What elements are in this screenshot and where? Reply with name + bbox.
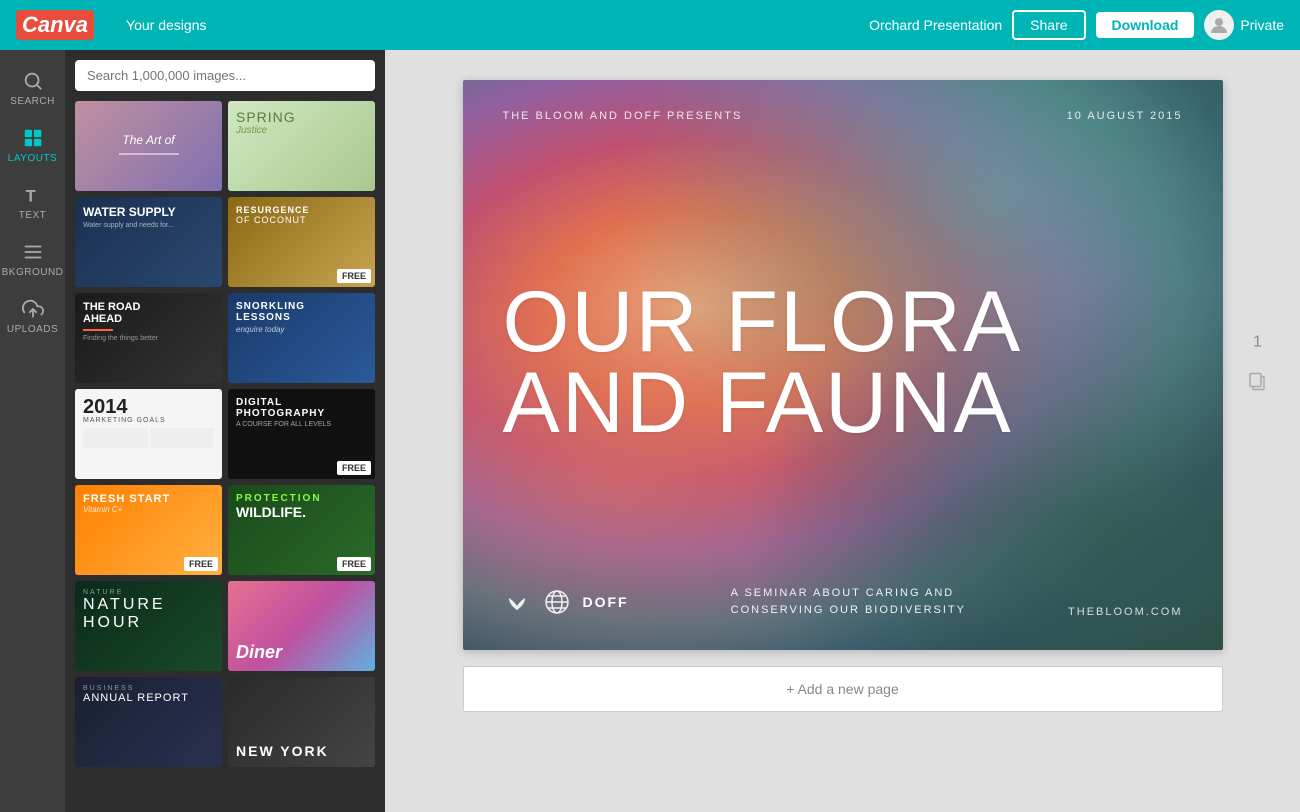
lotus-icon	[503, 588, 531, 616]
slide-bottom: DOFF A SEMINAR ABOUT CARING ANDCONSERVIN…	[503, 585, 1183, 620]
globe-icon	[543, 588, 571, 616]
slide-top-row: THE BLOOM AND DOFF PRESENTS 10 AUGUST 20…	[503, 110, 1183, 122]
slide-footer-icons: DOFF	[503, 588, 629, 616]
slide-footer-url: THEBLOOM.COM	[1068, 602, 1182, 620]
download-button[interactable]: Download	[1096, 12, 1195, 38]
list-item[interactable]: 2014 MARKETING GOALS	[75, 389, 222, 479]
private-label: Private	[1240, 17, 1284, 33]
slide-content: THE BLOOM AND DOFF PRESENTS 10 AUGUST 20…	[463, 80, 1223, 650]
slide-date: 10 AUGUST 2015	[1067, 110, 1183, 122]
list-item[interactable]: The Art of	[75, 101, 222, 191]
sidebar-background-label: BKGROUND	[2, 267, 64, 278]
list-item[interactable]: NEW YORK	[228, 677, 375, 767]
list-item[interactable]: THE ROADAHEAD Finding the things better	[75, 293, 222, 383]
free-badge: FREE	[337, 269, 371, 283]
slide-presenter: THE BLOOM AND DOFF PRESENTS	[503, 110, 743, 122]
list-item[interactable]: WATER SUPPLY Water supply and needs for.…	[75, 197, 222, 287]
sidebar-search-label: SEARCH	[10, 96, 55, 107]
free-badge: FREE	[337, 557, 371, 571]
templates-panel: The Art of SPRING Justice WATER SUP	[65, 50, 385, 812]
slide-title-line2: AND FAUNA	[503, 363, 1023, 445]
slide-bottom-left: DOFF	[503, 588, 629, 620]
sidebar-layouts-label: LAYOUTS	[8, 153, 57, 164]
slide-subtitle: A SEMINAR ABOUT CARING ANDCONSERVING OUR…	[731, 585, 966, 620]
private-button[interactable]: Private	[1204, 10, 1284, 40]
sidebar-item-search[interactable]: SEARCH	[0, 60, 65, 117]
list-item[interactable]: SNORKLING LESSONS enquire today	[228, 293, 375, 383]
slide-bottom-right: A SEMINAR ABOUT CARING ANDCONSERVING OUR…	[731, 585, 966, 620]
slide-url: THEBLOOM.COM	[1068, 606, 1182, 618]
logo-text: Canva	[16, 10, 94, 40]
nav-designs[interactable]: Your designs	[126, 17, 206, 33]
sidebar-text-label: TEXT	[19, 210, 47, 221]
sidebar-item-text[interactable]: T TEXT	[0, 174, 65, 231]
templates-grid: The Art of SPRING Justice WATER SUP	[75, 101, 375, 767]
list-item[interactable]: PROTECTION wildlife. FREE	[228, 485, 375, 575]
svg-text:T: T	[25, 187, 35, 205]
slide-title-line1: OUR FLORA	[503, 282, 1023, 364]
slide[interactable]: THE BLOOM AND DOFF PRESENTS 10 AUGUST 20…	[463, 80, 1223, 650]
sidebar-uploads-label: UPLOADS	[7, 324, 58, 335]
search-input[interactable]	[75, 60, 375, 91]
free-badge: FREE	[337, 461, 371, 475]
sidebar: SEARCH LAYOUTS T TEXT BKGROUND UPLOADS	[0, 50, 65, 812]
avatar	[1204, 10, 1234, 40]
sidebar-item-uploads[interactable]: UPLOADS	[0, 288, 65, 345]
share-button[interactable]: Share	[1012, 10, 1085, 40]
canvas-area: THE BLOOM AND DOFF PRESENTS 10 AUGUST 20…	[385, 50, 1300, 812]
list-item[interactable]: NATURE NATUREHOUR	[75, 581, 222, 671]
list-item[interactable]: Diner	[228, 581, 375, 671]
list-item[interactable]: SPRING Justice	[228, 101, 375, 191]
sidebar-item-background[interactable]: BKGROUND	[0, 231, 65, 288]
sidebar-item-layouts[interactable]: LAYOUTS	[0, 117, 65, 174]
main-container: SEARCH LAYOUTS T TEXT BKGROUND UPLOADS	[0, 50, 1300, 812]
list-item[interactable]: RESURGENCE OF COCONUT FREE	[228, 197, 375, 287]
project-name: Orchard Presentation	[869, 17, 1002, 33]
footer-brand: DOFF	[583, 594, 629, 610]
list-item[interactable]: DIGITAL PHOTOGRAPHY A COURSE FOR ALL LEV…	[228, 389, 375, 479]
slide-main-title: OUR FLORA AND FAUNA	[503, 282, 1023, 445]
page-number-area: 1	[1248, 334, 1268, 397]
header-right: Orchard Presentation Share Download Priv…	[869, 10, 1284, 40]
slide-title-area: OUR FLORA AND FAUNA	[503, 142, 1183, 585]
page-number: 1	[1253, 334, 1262, 352]
logo[interactable]: Canva	[16, 10, 94, 40]
list-item[interactable]: FRESH START Vitamin C+ FREE	[75, 485, 222, 575]
list-item[interactable]: BUSINESS Annual Report	[75, 677, 222, 767]
add-page-button[interactable]: + Add a new page	[463, 666, 1223, 712]
app-header: Canva Your designs Orchard Presentation …	[0, 0, 1300, 50]
duplicate-icon[interactable]	[1248, 372, 1268, 397]
slide-wrapper: THE BLOOM AND DOFF PRESENTS 10 AUGUST 20…	[463, 80, 1223, 650]
free-badge: FREE	[184, 557, 218, 571]
